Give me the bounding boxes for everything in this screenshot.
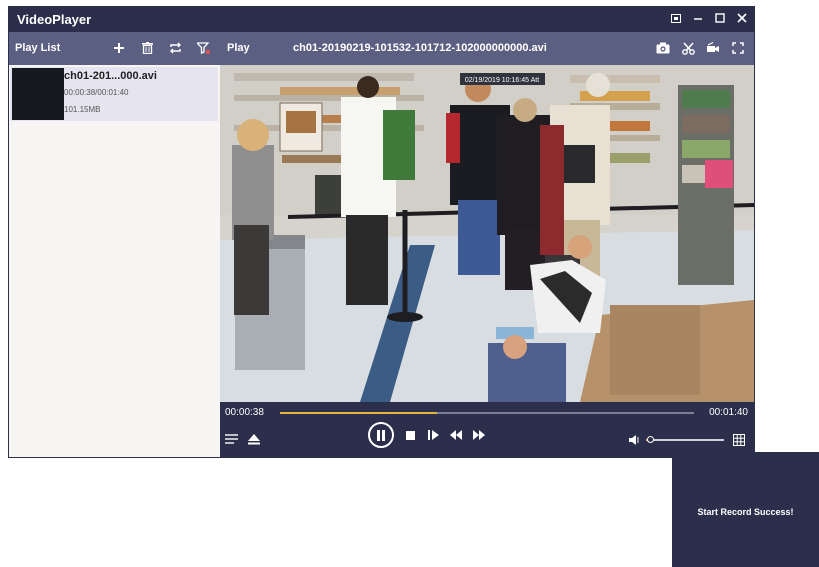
delete-icon[interactable] [139, 40, 155, 56]
playlist-item-name: ch01-201...000.avi [64, 70, 157, 82]
video-player-window: VideoPlayer Play List Play ch01-20190219… [8, 6, 755, 458]
toast-message: Start Record Success! [697, 507, 794, 517]
volume-knob[interactable] [646, 436, 654, 443]
playlist-item-size: 101.15MB [64, 105, 101, 114]
fullscreen-icon[interactable] [730, 40, 746, 56]
current-time: 00:00:38 [225, 407, 264, 418]
playlist-toggle-icon[interactable] [224, 432, 238, 446]
left-controls [224, 432, 261, 446]
right-controls [628, 433, 746, 447]
minimize-icon[interactable] [692, 11, 704, 25]
transport-controls [368, 422, 486, 448]
play-tab-label: Play [227, 42, 250, 54]
video-frame[interactable]: 02/19/2019 10:16:45 Att [220, 65, 754, 402]
video-thumbnail [12, 68, 64, 120]
fast-forward-icon[interactable] [472, 428, 486, 442]
playlist-tools [111, 40, 211, 56]
eject-icon[interactable] [247, 432, 261, 446]
stop-icon[interactable] [403, 428, 417, 442]
record-toast: Start Record Success! [672, 452, 819, 567]
sub-toolbar: Play List Play ch01-20190219-101532-1017… [9, 32, 754, 65]
rewind-icon[interactable] [449, 428, 463, 442]
seek-bar[interactable] [280, 412, 694, 414]
filter-icon[interactable] [195, 40, 211, 56]
grid-layout-icon[interactable] [732, 433, 746, 447]
clip-icon[interactable] [680, 40, 696, 56]
close-icon[interactable] [736, 11, 748, 25]
playlist-item-time: 00:00:38/00:01:40 [64, 88, 129, 97]
video-timestamp: 02/19/2019 10:16:45 Att [465, 77, 539, 84]
playlist-item[interactable]: ch01-201...000.avi 00:00:38/00:01:40 101… [10, 67, 218, 121]
add-icon[interactable] [111, 40, 127, 56]
playlist-title: Play List [15, 42, 61, 54]
volume-slider[interactable] [646, 436, 724, 443]
current-file-name: ch01-20190219-101532-101712-102000000000… [293, 42, 547, 54]
video-tools [655, 40, 746, 56]
maximize-icon[interactable] [714, 11, 726, 25]
total-time: 00:01:40 [709, 407, 748, 418]
volume-icon[interactable] [628, 433, 642, 447]
restore-icon[interactable] [670, 11, 682, 25]
title-bar[interactable]: VideoPlayer [9, 7, 754, 32]
app-title: VideoPlayer [17, 12, 92, 27]
next-frame-icon[interactable] [426, 428, 440, 442]
snapshot-icon[interactable] [655, 40, 671, 56]
playback-controls: 00:00:38 00:01:40 [220, 402, 754, 457]
playlist-panel: ch01-201...000.avi 00:00:38/00:01:40 101… [9, 65, 221, 457]
seek-progress [280, 412, 438, 414]
window-controls [670, 11, 748, 25]
video-scene: 02/19/2019 10:16:45 Att [220, 65, 754, 402]
loop-icon[interactable] [167, 40, 183, 56]
pause-icon[interactable] [368, 422, 394, 448]
record-icon[interactable] [705, 40, 721, 56]
